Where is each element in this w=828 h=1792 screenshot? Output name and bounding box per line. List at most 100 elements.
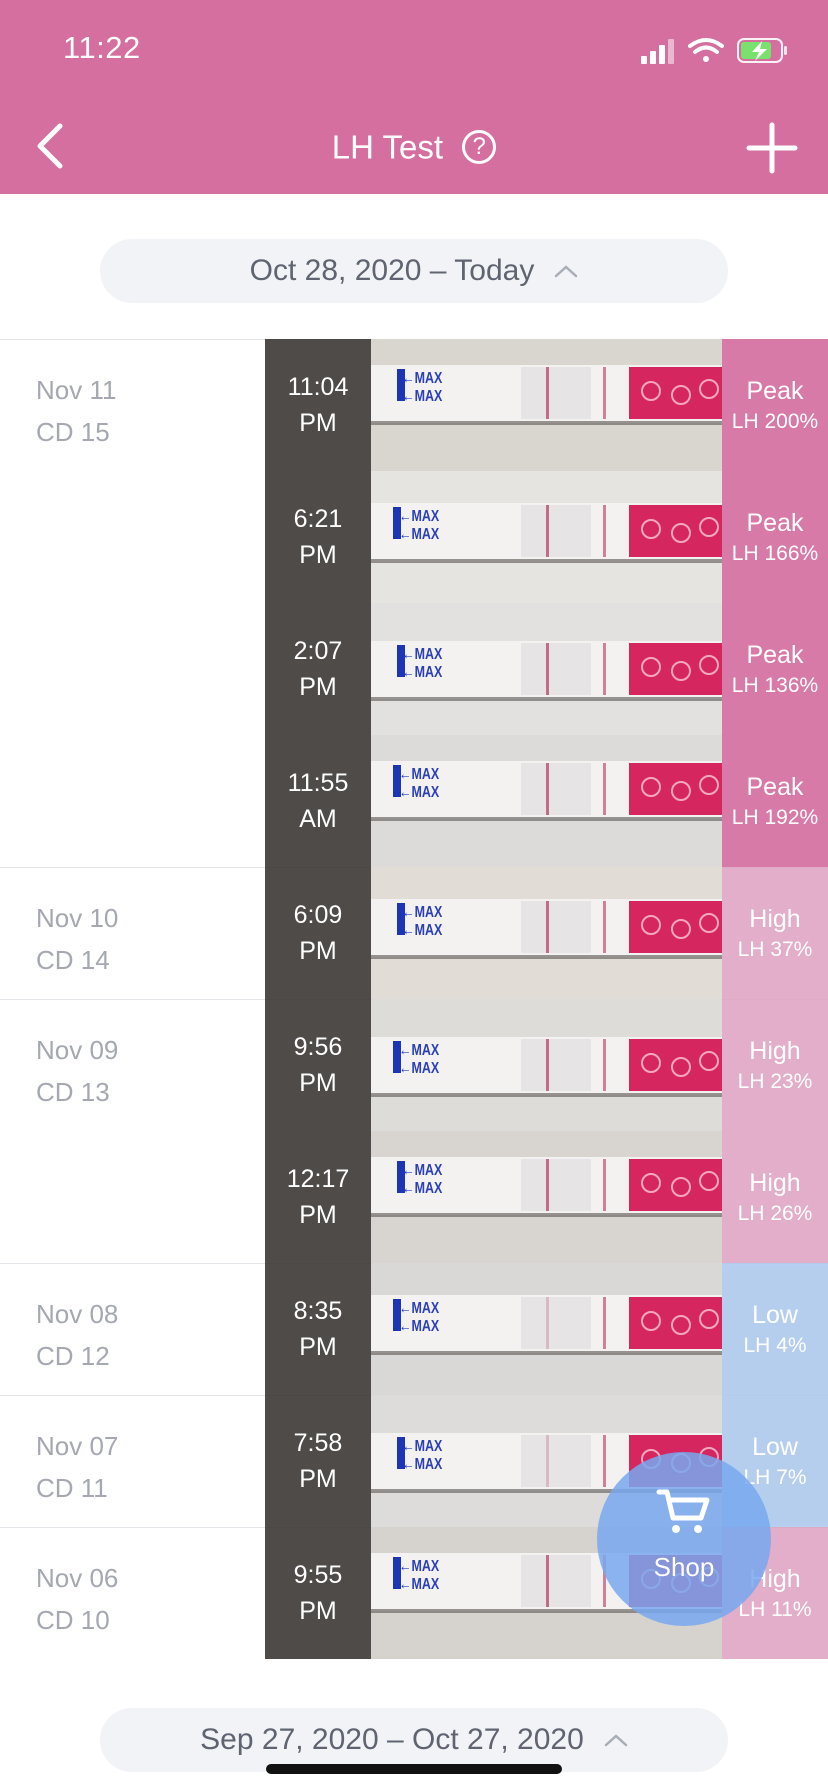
test-time-value: 12:17: [286, 1165, 350, 1193]
test-strip-photo: ←MAX←MAX: [371, 999, 722, 1131]
day-date: Nov 08: [36, 1299, 119, 1329]
test-thumbnail[interactable]: ←MAX ←MAX 2:07 PM Peak LH 136%: [265, 603, 828, 735]
svg-text:←MAX: ←MAX: [399, 766, 440, 784]
result-level: Low: [752, 1433, 798, 1461]
test-time-value: 11:04: [287, 373, 349, 401]
test-strip-photo: ←MAX←MAX: [371, 1263, 722, 1395]
help-icon[interactable]: ?: [462, 130, 497, 165]
day-date: Nov 11: [36, 375, 117, 405]
test-time-ampm: PM: [299, 1069, 337, 1097]
test-result: Low LH 4%: [722, 1263, 828, 1395]
svg-text:←MAX: ←MAX: [402, 388, 443, 406]
battery-charging-icon: [737, 38, 787, 63]
test-time-ampm: PM: [299, 1333, 337, 1361]
svg-text:←MAX: ←MAX: [399, 508, 440, 526]
test-time: 11:04 PM: [265, 339, 371, 471]
date-range-current[interactable]: Oct 28, 2020 – Today: [100, 239, 728, 303]
cart-icon: [656, 1489, 710, 1533]
test-time-ampm: PM: [299, 937, 337, 965]
test-result: High LH 26%: [722, 1131, 828, 1263]
day-label: Nov 07 CD 11: [36, 1425, 118, 1509]
test-thumbnail[interactable]: ←MAX ←MAX 8:35 PM Low LH 4%: [265, 1263, 828, 1395]
svg-text:←MAX: ←MAX: [399, 1576, 440, 1594]
svg-text:←MAX: ←MAX: [399, 1300, 440, 1318]
test-row[interactable]: Nov 08 CD 12 ←MAX ←MAX 8:35 PM Low LH 4%: [0, 1263, 828, 1395]
cycle-day: CD 12: [36, 1341, 110, 1371]
test-time-value: 9:56: [293, 1033, 343, 1061]
test-row[interactable]: ←MAX ←MAX 6:21 PM Peak LH 166%: [0, 471, 828, 603]
shop-label: Shop: [653, 1552, 715, 1582]
test-time-value: 11:55: [287, 769, 349, 797]
svg-text:←MAX: ←MAX: [399, 1042, 440, 1060]
test-row[interactable]: Nov 11 CD 15 ←MAX ←MAX 11:04 PM Peak LH 200%: [0, 339, 828, 471]
test-time-ampm: PM: [299, 1465, 337, 1493]
result-lh-ratio: LH 136%: [731, 674, 819, 697]
day-label: Nov 08 CD 12: [36, 1293, 118, 1377]
test-row[interactable]: Nov 09 CD 13 ←MAX ←MAX 9:56 PM High LH 23%: [0, 999, 828, 1131]
date-range-previous[interactable]: Sep 27, 2020 – Oct 27, 2020: [100, 1708, 728, 1772]
test-row[interactable]: ←MAX ←MAX 11:55 AM Peak LH 192%: [0, 735, 828, 867]
result-level: Peak: [746, 773, 804, 801]
test-time: 7:58 PM: [265, 1395, 371, 1527]
test-result: Peak LH 166%: [722, 471, 828, 603]
svg-text:←MAX: ←MAX: [402, 1456, 443, 1474]
test-time: 6:21 PM: [265, 471, 371, 603]
test-time-ampm: PM: [299, 1201, 337, 1229]
svg-text:←MAX: ←MAX: [402, 1438, 443, 1456]
svg-text:←MAX: ←MAX: [399, 526, 440, 544]
svg-text:←MAX: ←MAX: [402, 904, 443, 922]
test-time-ampm: PM: [299, 673, 337, 701]
svg-text:←MAX: ←MAX: [402, 1180, 443, 1198]
result-lh-ratio: LH 4%: [743, 1334, 807, 1357]
page-title-text: LH Test: [331, 128, 444, 166]
svg-text:←MAX: ←MAX: [402, 922, 443, 940]
day-date: Nov 06: [36, 1563, 119, 1593]
test-strip-photo: ←MAX←MAX: [371, 1131, 722, 1263]
wifi-icon: [688, 38, 724, 62]
result-lh-ratio: LH 192%: [731, 806, 819, 829]
test-thumbnail[interactable]: ←MAX ←MAX 11:04 PM Peak LH 200%: [265, 339, 828, 471]
test-row[interactable]: ←MAX ←MAX 12:17 PM High LH 26%: [0, 1131, 828, 1263]
cycle-day: CD 10: [36, 1605, 110, 1635]
chevron-up-icon: [604, 1734, 628, 1747]
test-row[interactable]: Nov 10 CD 14 ←MAX ←MAX 6:09 PM High LH 37%: [0, 867, 828, 999]
svg-text:←MAX: ←MAX: [402, 646, 443, 664]
test-result: Peak LH 200%: [722, 339, 828, 471]
test-row[interactable]: ←MAX ←MAX 2:07 PM Peak LH 136%: [0, 603, 828, 735]
svg-text:←MAX: ←MAX: [402, 1162, 443, 1180]
result-level: Low: [752, 1301, 798, 1329]
chevron-up-icon: [555, 265, 578, 278]
test-thumbnail[interactable]: ←MAX ←MAX 11:55 AM Peak LH 192%: [265, 735, 828, 867]
test-time: 6:09 PM: [265, 867, 371, 999]
day-date: Nov 07: [36, 1431, 119, 1461]
test-time: 2:07 PM: [265, 603, 371, 735]
test-time-ampm: PM: [299, 1597, 337, 1625]
test-strip-photo: ←MAX←MAX: [371, 867, 722, 999]
test-thumbnail[interactable]: ←MAX ←MAX 9:56 PM High LH 23%: [265, 999, 828, 1131]
day-label: Nov 11 CD 15: [36, 369, 116, 453]
shop-button[interactable]: Shop: [597, 1452, 771, 1626]
test-thumbnail[interactable]: ←MAX ←MAX 6:21 PM Peak LH 166%: [265, 471, 828, 603]
test-time-ampm: PM: [299, 409, 337, 437]
test-time: 9:56 PM: [265, 999, 371, 1131]
cycle-day: CD 15: [36, 417, 110, 447]
test-time: 11:55 AM: [265, 735, 371, 867]
test-thumbnail[interactable]: ←MAX ←MAX 6:09 PM High LH 37%: [265, 867, 828, 999]
result-level: Peak: [746, 641, 804, 669]
status-time: 11:22: [63, 30, 141, 65]
result-level: Peak: [746, 377, 804, 405]
svg-text:←MAX: ←MAX: [402, 664, 443, 682]
result-lh-ratio: LH 37%: [737, 938, 813, 961]
test-time-value: 6:09: [293, 901, 343, 929]
test-strip-photo: ←MAX←MAX: [371, 339, 722, 471]
cycle-day: CD 11: [36, 1473, 108, 1503]
test-time: 9:55 PM: [265, 1527, 371, 1659]
test-time-value: 6:21: [293, 505, 343, 533]
test-result: Peak LH 136%: [722, 603, 828, 735]
result-level: High: [749, 1169, 801, 1197]
test-time-value: 7:58: [293, 1429, 343, 1457]
svg-text:←MAX: ←MAX: [399, 1558, 440, 1576]
test-time-ampm: AM: [299, 805, 337, 833]
test-thumbnail[interactable]: ←MAX ←MAX 12:17 PM High LH 26%: [265, 1131, 828, 1263]
add-icon[interactable]: [746, 122, 798, 174]
